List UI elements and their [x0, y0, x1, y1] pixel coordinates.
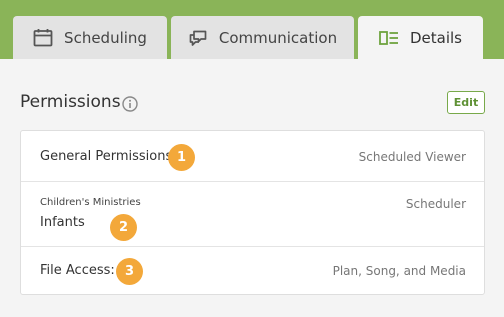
permission-row-ministry: Children's Ministries Infants 2 Schedule…	[21, 182, 484, 247]
chat-bubbles-icon	[188, 29, 208, 47]
permission-label: File Access:	[40, 263, 115, 278]
tab-scheduling[interactable]: Scheduling	[13, 16, 167, 59]
callout-badge: 3	[116, 258, 143, 285]
permission-value: Scheduler	[405, 197, 466, 211]
permission-value: Scheduled Viewer	[358, 150, 466, 164]
permissions-card: General Permissions 1 Scheduled Viewer C…	[20, 130, 485, 295]
tab-communication[interactable]: Communication	[171, 16, 354, 59]
permissions-title: Permissions	[20, 92, 121, 112]
tab-label: Scheduling	[64, 28, 147, 47]
permission-value: Plan, Song, and Media	[332, 264, 466, 278]
permission-row-general: General Permissions 1 Scheduled Viewer	[21, 131, 484, 182]
tab-label: Communication	[218, 28, 338, 47]
permission-row-file-access: File Access: 3 Plan, Song, and Media	[21, 247, 484, 295]
details-card-icon	[379, 30, 399, 46]
ministry-name: Children's Ministries	[40, 197, 141, 208]
edit-button[interactable]: Edit	[447, 91, 485, 114]
top-nav-bar: Scheduling Communication Details	[0, 0, 504, 59]
calendar-icon	[33, 28, 53, 47]
team-name: Infants	[40, 215, 85, 230]
info-icon[interactable]	[122, 96, 138, 112]
callout-badge: 1	[168, 144, 195, 171]
tab-details[interactable]: Details	[358, 16, 483, 59]
permission-label: General Permissions	[40, 149, 173, 164]
callout-badge: 2	[110, 214, 137, 241]
tab-label: Details	[409, 28, 462, 47]
